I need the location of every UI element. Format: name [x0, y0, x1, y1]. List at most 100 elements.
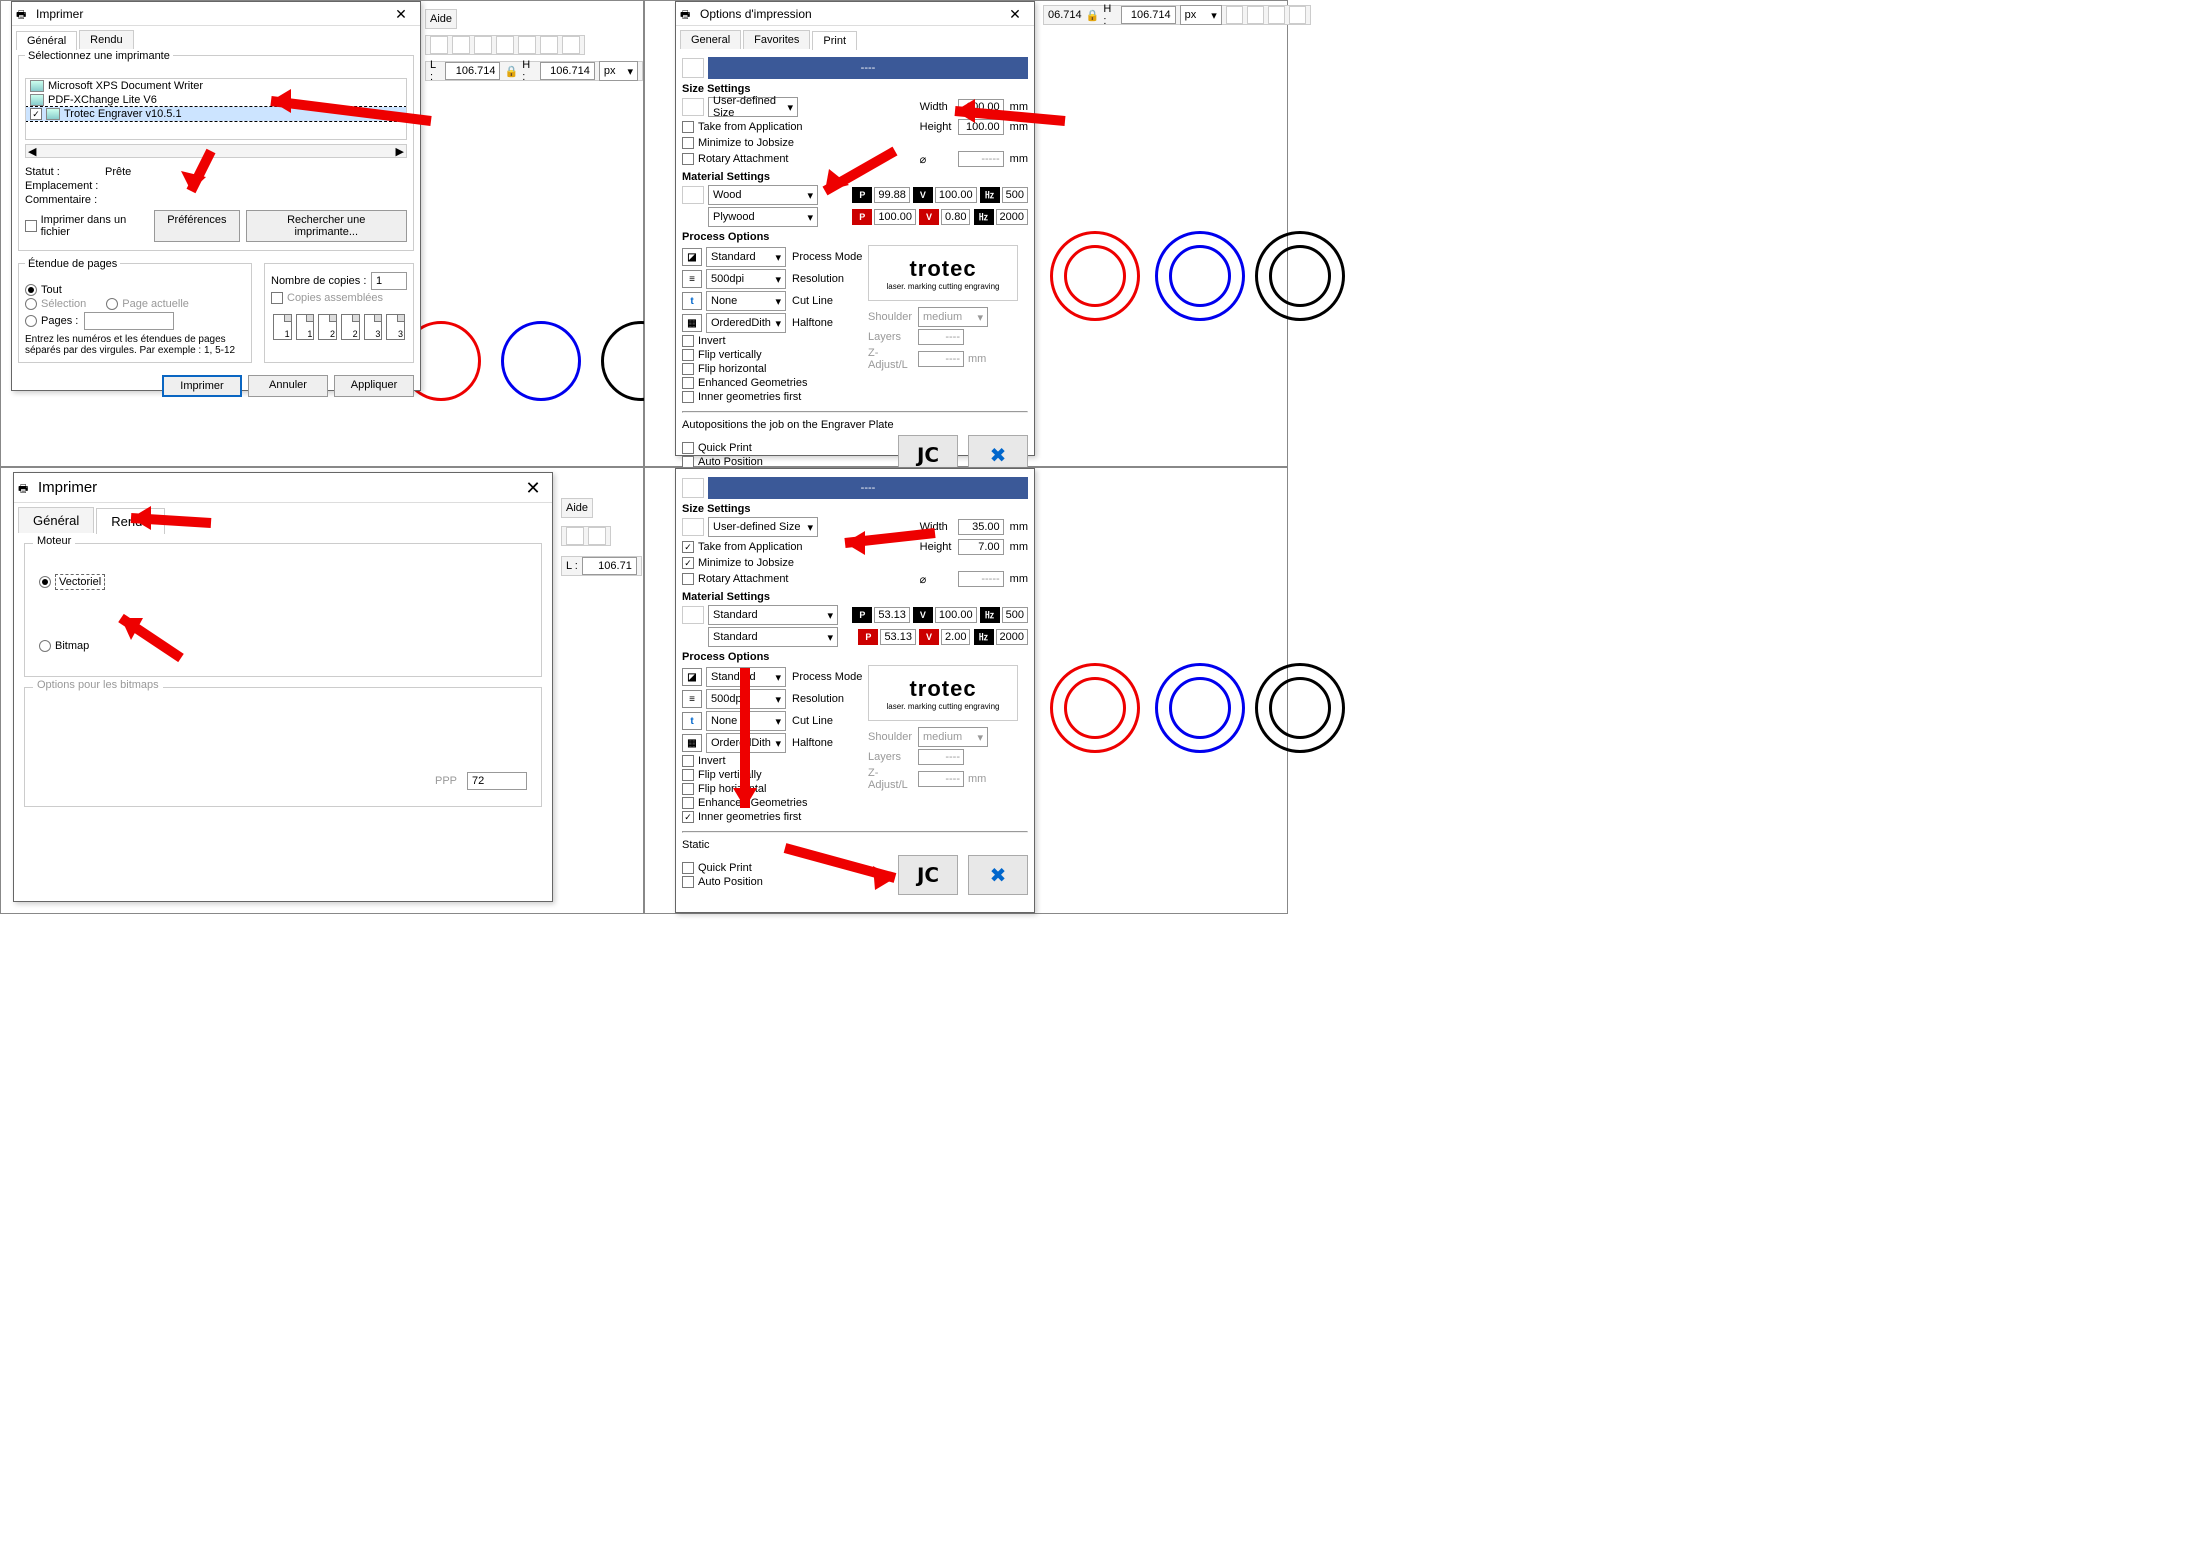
tab-favorites[interactable]: Favorites [743, 30, 810, 49]
range-current-radio[interactable] [106, 298, 118, 310]
toolbar-btn[interactable] [562, 36, 580, 54]
lock-icon[interactable]: 🔒 [504, 65, 518, 78]
halftone-select[interactable]: OrderedDith [706, 313, 786, 333]
printer-icon: 🖶 [680, 6, 696, 22]
vector-radio[interactable] [39, 576, 51, 588]
range-pages-radio[interactable] [25, 315, 37, 327]
fliph-check[interactable] [682, 783, 694, 795]
invert-check[interactable] [682, 335, 694, 347]
inner-check[interactable] [682, 811, 694, 823]
close-icon[interactable]: ✕ [386, 4, 416, 24]
print-to-file-check[interactable] [25, 220, 37, 232]
flipv-check[interactable] [682, 349, 694, 361]
toolbar-btn[interactable] [1289, 6, 1306, 24]
cancel-button[interactable]: Annuler [248, 375, 328, 397]
toolbar-btn[interactable] [452, 36, 470, 54]
H-field[interactable] [540, 62, 595, 80]
material-sub-select[interactable]: Plywood [708, 207, 818, 227]
tab-general[interactable]: Général [18, 507, 94, 533]
resolution-select[interactable]: 500dpi [706, 269, 786, 289]
apply-button[interactable]: Appliquer [334, 375, 414, 397]
material-top-select[interactable]: Wood [708, 185, 818, 205]
aide-menu[interactable]: Aide [566, 502, 588, 514]
moteur-label: Moteur [33, 535, 75, 547]
process-mode-select[interactable]: Standard [706, 247, 786, 267]
H-field[interactable] [1121, 6, 1176, 24]
proc-icon: ◪ [682, 668, 702, 686]
bitmap-radio[interactable] [39, 640, 51, 652]
unit-select[interactable]: px [1180, 5, 1222, 25]
shoulder-select: medium [918, 307, 988, 327]
vector-label: Vectoriel [55, 574, 105, 590]
cut-icon: t [682, 712, 702, 730]
min-job-check[interactable] [682, 557, 694, 569]
collate-icon: 2 [341, 314, 360, 340]
circle-black-inner [1269, 245, 1331, 307]
lock-icon[interactable]: 🔒 [1086, 9, 1100, 22]
toolbar-btn[interactable] [566, 527, 584, 545]
min-job-check[interactable] [682, 137, 694, 149]
unit-select[interactable]: px [599, 61, 638, 81]
quick-print-check[interactable] [682, 442, 694, 454]
close-icon[interactable]: ✕ [518, 478, 548, 498]
proc-icon: ◪ [682, 248, 702, 266]
rotary-check[interactable] [682, 153, 694, 165]
auto-pos-check[interactable] [682, 876, 694, 888]
take-from-app-check[interactable] [682, 121, 694, 133]
collate-icon: 3 [386, 314, 405, 340]
size-select[interactable]: User-defined Size [708, 517, 818, 537]
circle-red-inner [1064, 677, 1126, 739]
toolbar-btn[interactable] [588, 527, 606, 545]
fliph-check[interactable] [682, 363, 694, 375]
tab-print[interactable]: Print [812, 31, 857, 50]
range-all-radio[interactable] [25, 284, 37, 296]
toolbar-btn[interactable] [496, 36, 514, 54]
range-selection-radio[interactable] [25, 298, 37, 310]
enhanced-check[interactable] [682, 377, 694, 389]
L-field[interactable] [582, 557, 637, 575]
toolbar-btn[interactable] [518, 36, 536, 54]
toolbar-btn[interactable] [430, 36, 448, 54]
status-value: Prête [105, 166, 131, 178]
toolbar-btn[interactable] [540, 36, 558, 54]
material-sub-select[interactable]: Standard [708, 627, 838, 647]
scroll-left-icon[interactable]: ◀ [28, 145, 36, 158]
toolbar-btn[interactable] [474, 36, 492, 54]
enhanced-check[interactable] [682, 797, 694, 809]
collate-check[interactable] [271, 292, 283, 304]
tab-general[interactable]: Général [16, 31, 77, 50]
float-icon[interactable] [682, 58, 704, 78]
printer-icon: 🖶 [18, 480, 34, 496]
bitmap-label: Bitmap [55, 640, 89, 652]
toolbar-btn[interactable] [1247, 6, 1264, 24]
printer-check [30, 108, 42, 120]
L-field[interactable] [445, 62, 500, 80]
L-label: L : [566, 560, 578, 572]
canvas-circle-blue [501, 321, 581, 401]
take-from-app-check[interactable] [682, 541, 694, 553]
close-icon[interactable]: ✕ [1000, 4, 1030, 24]
size-select[interactable]: User-defined Size [708, 97, 798, 117]
tab-rendu[interactable]: Rendu [79, 30, 133, 49]
quick-print-check[interactable] [682, 862, 694, 874]
flipv-check[interactable] [682, 769, 694, 781]
pages-input[interactable] [84, 312, 174, 330]
printer-icon [30, 80, 44, 92]
dialog-title: Options d'impression [700, 7, 1000, 21]
hdr-val1: 06.714 [1048, 9, 1082, 21]
material-icon [682, 186, 704, 204]
invert-check[interactable] [682, 755, 694, 767]
float-icon[interactable] [682, 478, 704, 498]
inner-check[interactable] [682, 391, 694, 403]
aide-menu[interactable]: Aide [430, 13, 452, 25]
H-label: H : [1103, 3, 1116, 27]
toolbar-btn[interactable] [1268, 6, 1285, 24]
tab-general[interactable]: General [680, 30, 741, 49]
material-top-select[interactable]: Standard [708, 605, 838, 625]
comment-label: Commentaire : [25, 194, 97, 206]
H-label: H : [522, 59, 536, 83]
toolbar-btn[interactable] [1226, 6, 1243, 24]
rotary-check[interactable] [682, 573, 694, 585]
cutline-select[interactable]: None [706, 291, 786, 311]
print-button[interactable]: Imprimer [162, 375, 242, 397]
